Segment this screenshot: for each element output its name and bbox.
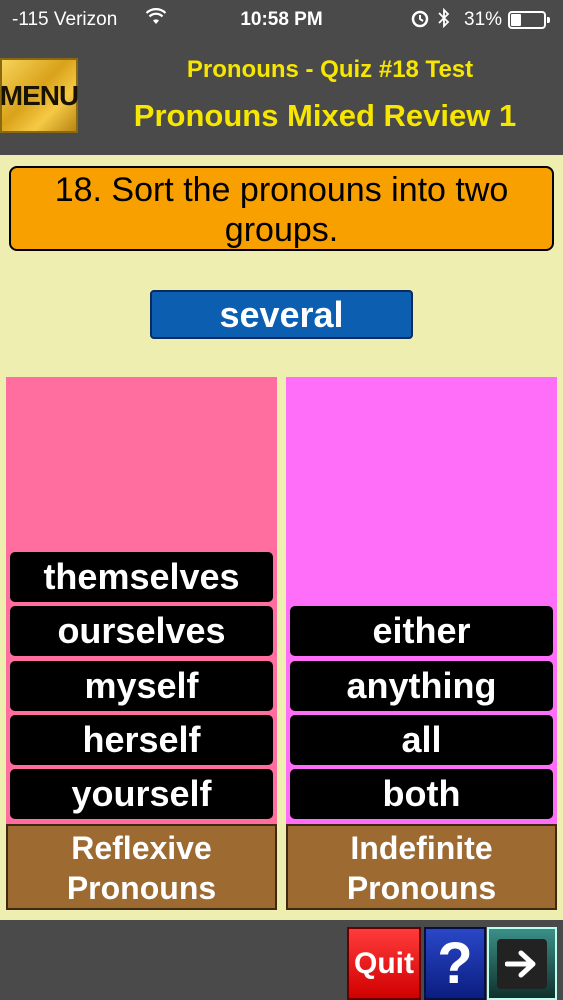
battery-percent: 31% (464, 9, 503, 30)
word-tile[interactable]: all (290, 715, 553, 765)
next-button[interactable] (487, 927, 557, 1000)
quiz-title: Pronouns - Quiz #18 Test (186, 56, 474, 83)
word-tile[interactable]: anything (290, 661, 553, 711)
alarm-icon (410, 8, 430, 33)
question-prompt: 18. Sort the pronouns into two groups. (9, 166, 554, 251)
word-tile[interactable]: ourselves (10, 606, 273, 656)
battery-fill (511, 14, 521, 26)
reflexive-pronouns-column[interactable]: themselves ourselves myself herself your… (6, 377, 277, 910)
menu-button[interactable]: MENU (0, 58, 79, 133)
word-tile[interactable]: yourself (10, 769, 273, 819)
bluetooth-icon (437, 7, 451, 33)
category-label-indefinite: Indefinite Pronouns (286, 824, 557, 910)
category-label-reflexive: Reflexive Pronouns (6, 824, 277, 910)
quiz-subtitle: Pronouns Mixed Review 1 (133, 98, 517, 133)
status-bar: -115 Verizon 10:58 PM 31% (0, 0, 563, 40)
current-word-tile[interactable]: several (150, 290, 413, 339)
header: MENU Pronouns - Quiz #18 Test Pronouns M… (0, 40, 563, 155)
word-tile[interactable]: myself (10, 661, 273, 711)
word-tile[interactable]: both (290, 769, 553, 819)
help-button[interactable]: ? (424, 927, 486, 1000)
arrow-right-icon (497, 938, 547, 989)
word-tile[interactable]: herself (10, 715, 273, 765)
quit-button[interactable]: Quit (347, 927, 421, 1000)
footer-toolbar: Quit ? (0, 920, 563, 1000)
word-tile[interactable]: either (290, 606, 553, 656)
indefinite-pronouns-column[interactable]: either anything all both Indefinite Pron… (286, 377, 557, 910)
battery-icon (508, 11, 550, 29)
word-tile[interactable]: themselves (10, 552, 273, 602)
